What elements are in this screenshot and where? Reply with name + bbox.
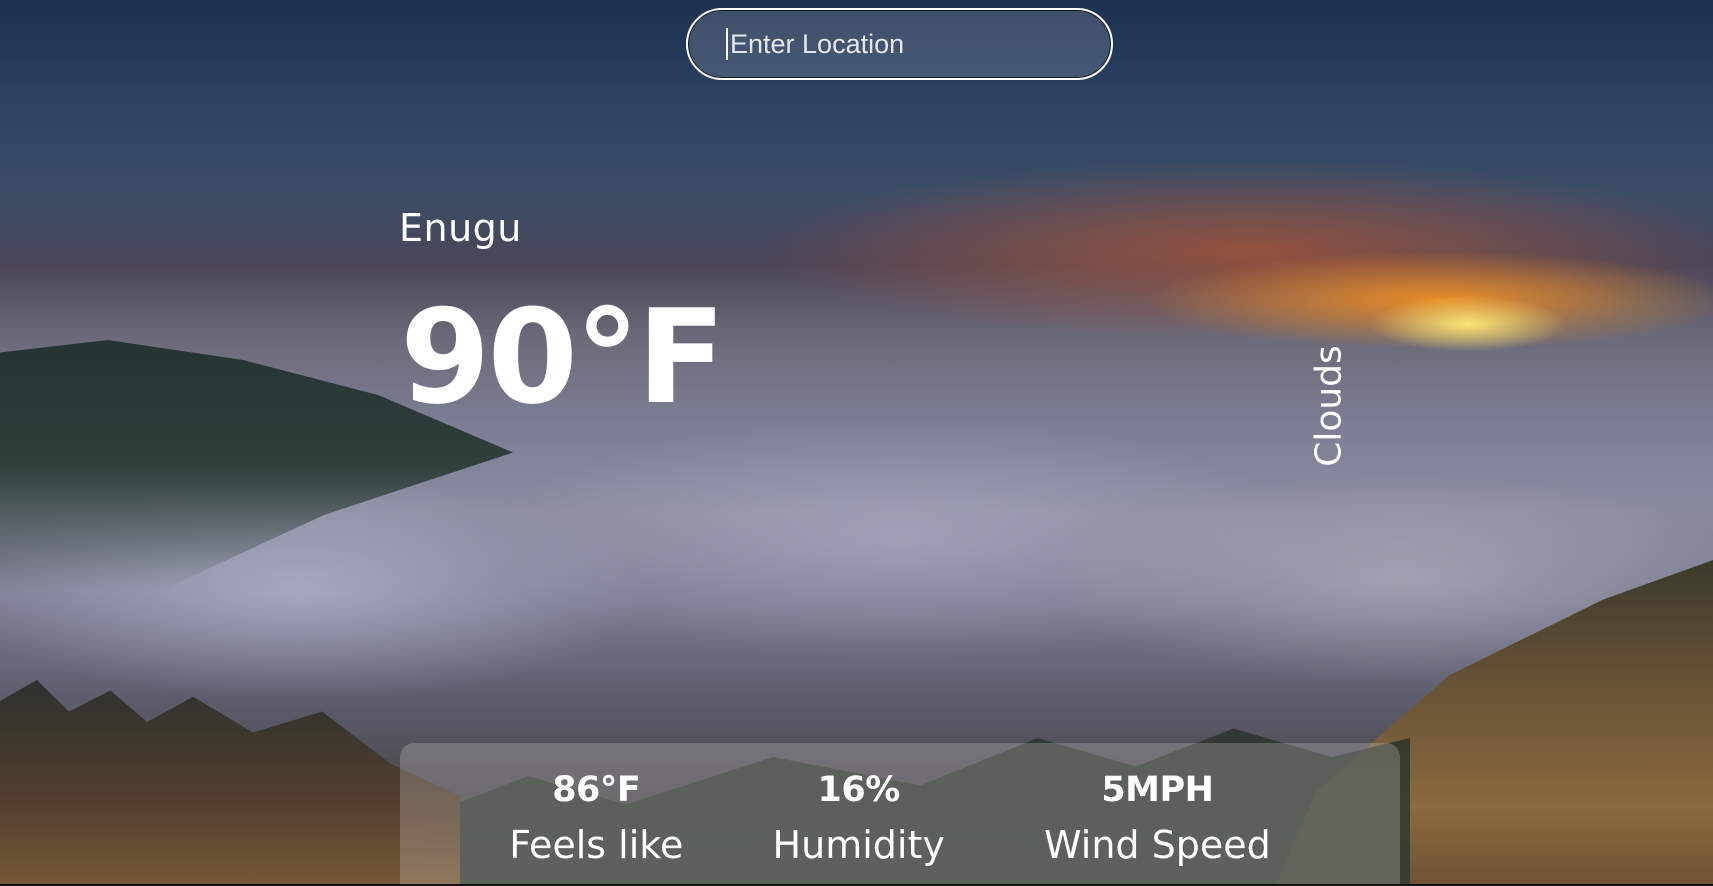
humidity-stat: 16% Humidity (772, 770, 945, 867)
humidity-label: Humidity (772, 823, 945, 867)
feels-like-value: 86°F (552, 770, 641, 810)
wind-speed-stat: 5MPH Wind Speed (1044, 770, 1271, 867)
location-name: Enugu (399, 206, 522, 250)
temperature-value: 90°F (400, 281, 726, 433)
weather-description: Clouds (1308, 345, 1350, 467)
search-box[interactable] (686, 8, 1113, 80)
feels-like-stat: 86°F Feels like (509, 770, 684, 867)
weather-details-panel: 86°F Feels like 16% Humidity 5MPH Wind S… (400, 743, 1400, 886)
wind-speed-label: Wind Speed (1044, 823, 1271, 867)
humidity-value: 16% (817, 770, 901, 810)
wind-speed-value: 5MPH (1101, 770, 1214, 810)
location-search-input[interactable] (726, 28, 1081, 60)
feels-like-label: Feels like (509, 823, 684, 867)
weather-app: Enugu 90°F Clouds 86°F Feels like 16% Hu… (0, 0, 1713, 886)
